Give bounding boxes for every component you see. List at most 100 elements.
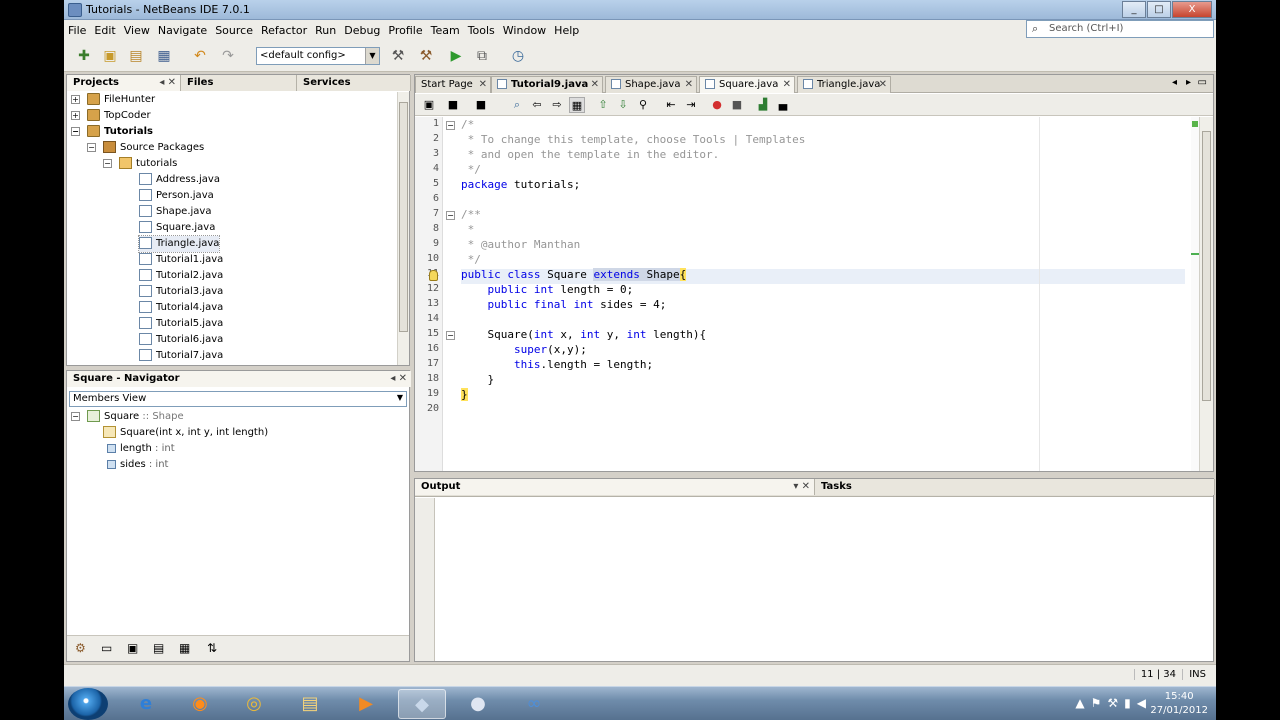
- nav-member-sides[interactable]: sides : int: [107, 457, 168, 473]
- tab-triangle[interactable]: Triangle.java ✕: [797, 76, 891, 93]
- close-icon[interactable]: ◂ ✕: [159, 77, 176, 88]
- save-all-icon[interactable]: ▦: [154, 46, 174, 66]
- close-button[interactable]: X: [1172, 1, 1212, 18]
- toggle-highlight-icon[interactable]: ▦: [569, 97, 585, 113]
- fold-icon[interactable]: −: [446, 121, 455, 130]
- find-icon[interactable]: ⌕: [509, 97, 525, 113]
- open-project-icon[interactable]: ▤: [126, 46, 146, 66]
- search-input[interactable]: ⌕ Search (Ctrl+I): [1026, 20, 1214, 38]
- sort-icon[interactable]: ⇅: [207, 641, 217, 655]
- tab-services[interactable]: Services: [297, 75, 411, 91]
- maximize-editor-icon[interactable]: ▭: [1198, 77, 1207, 88]
- file-tutorial2-java[interactable]: Tutorial2.java: [139, 268, 223, 284]
- file-tutorial3-java[interactable]: Tutorial3.java: [139, 284, 223, 300]
- tab-files[interactable]: Files: [181, 75, 297, 91]
- code-area[interactable]: /* * To change this template, choose Too…: [461, 117, 1185, 471]
- file-tutorial4-java[interactable]: Tutorial4.java: [139, 300, 223, 316]
- eclipse-icon[interactable]: ●: [454, 689, 502, 719]
- next-bookmark-icon[interactable]: ⇩: [615, 97, 631, 113]
- menu-debug[interactable]: Debug: [340, 24, 384, 37]
- filter-icon[interactable]: ⚙: [75, 641, 86, 655]
- members-view-select[interactable]: Members View ▼: [69, 391, 407, 407]
- hint-lightbulb-icon[interactable]: [429, 270, 438, 281]
- undo-icon[interactable]: ↶: [190, 46, 210, 66]
- debug-icon[interactable]: ⧉: [472, 46, 492, 66]
- start-button[interactable]: [68, 688, 108, 720]
- media-player-icon[interactable]: ▶: [342, 689, 390, 719]
- file-tutorial1-java[interactable]: Tutorial1.java: [139, 252, 223, 268]
- collapse-icon[interactable]: −: [71, 127, 80, 136]
- nav-member-length[interactable]: length : int: [107, 441, 175, 457]
- menu-tools[interactable]: Tools: [464, 24, 499, 37]
- last-edit-icon[interactable]: ■: [445, 97, 461, 113]
- netbeans-taskbar-icon[interactable]: ◆: [398, 689, 446, 719]
- shift-left-icon[interactable]: ⇤: [663, 97, 679, 113]
- collapse-icon[interactable]: −: [103, 159, 112, 168]
- nav-member-constructor[interactable]: Square(int x, int y, int length): [103, 425, 268, 441]
- tree-node-package-tutorials[interactable]: − tutorials: [103, 156, 177, 172]
- menu-refactor[interactable]: Refactor: [257, 24, 311, 37]
- menu-team[interactable]: Team: [427, 24, 464, 37]
- chrome-icon[interactable]: ◎: [230, 689, 278, 719]
- menu-view[interactable]: View: [120, 24, 154, 37]
- editor-scrollbar[interactable]: [1199, 117, 1213, 471]
- fold-icon[interactable]: −: [446, 331, 455, 340]
- build-icon[interactable]: ⚒: [388, 46, 408, 66]
- tab-square[interactable]: Square.java ✕: [699, 76, 795, 93]
- expand-icon[interactable]: +: [71, 95, 80, 104]
- show-static-icon[interactable]: ▤: [153, 641, 164, 655]
- expand-icon[interactable]: +: [71, 111, 80, 120]
- menu-run[interactable]: Run: [311, 24, 340, 37]
- close-icon[interactable]: ▾ ✕: [793, 481, 810, 492]
- close-icon[interactable]: ✕: [783, 79, 791, 90]
- close-icon[interactable]: ✕: [879, 79, 887, 90]
- tab-tutorial9[interactable]: Tutorial9.java ✕: [491, 76, 603, 93]
- find-prev-icon[interactable]: ⇦: [529, 97, 545, 113]
- file-square-java[interactable]: Square.java: [139, 220, 215, 236]
- menu-source[interactable]: Source: [211, 24, 257, 37]
- find-next-icon[interactable]: ⇨: [549, 97, 565, 113]
- tab-start-page[interactable]: Start Page ✕: [415, 76, 491, 93]
- close-icon[interactable]: ✕: [479, 79, 487, 90]
- show-inherited-icon[interactable]: ▣: [127, 641, 138, 655]
- toggle-bookmark-icon[interactable]: ⚲: [635, 97, 651, 113]
- projects-scrollbar[interactable]: [397, 92, 409, 365]
- tab-projects[interactable]: Projects ◂ ✕: [67, 75, 181, 91]
- tab-output[interactable]: Output ▾ ✕: [415, 479, 815, 495]
- fold-icon[interactable]: −: [446, 211, 455, 220]
- redo-icon[interactable]: ↷: [218, 46, 238, 66]
- tab-shape[interactable]: Shape.java ✕: [605, 76, 697, 93]
- tab-tasks[interactable]: Tasks: [815, 479, 1215, 495]
- tree-node-source-packages[interactable]: − Source Packages: [87, 140, 204, 156]
- clock[interactable]: 15:40 27/01/2012: [1150, 690, 1208, 718]
- tab-navigator[interactable]: Square - Navigator ◂ ✕: [67, 371, 411, 387]
- config-select[interactable]: <default config> ▼: [256, 47, 380, 65]
- start-macro-icon[interactable]: ●: [709, 97, 725, 113]
- new-file-icon[interactable]: ✚: [74, 46, 94, 66]
- scroll-thumb[interactable]: [399, 102, 408, 332]
- explorer-icon[interactable]: ▤: [286, 689, 334, 719]
- menu-navigate[interactable]: Navigate: [154, 24, 211, 37]
- run-icon[interactable]: ▶: [446, 46, 466, 66]
- close-icon[interactable]: ✕: [685, 79, 693, 90]
- internet-explorer-icon[interactable]: e: [122, 689, 170, 719]
- back-icon[interactable]: ■: [473, 97, 489, 113]
- scroll-tabs-right-icon[interactable]: ▸: [1186, 77, 1191, 88]
- error-stripe[interactable]: [1191, 117, 1199, 471]
- stop-macro-icon[interactable]: ■: [729, 97, 745, 113]
- scroll-tabs-left-icon[interactable]: ◂: [1172, 77, 1177, 88]
- collapse-icon[interactable]: −: [87, 143, 96, 152]
- firefox-icon[interactable]: ◉: [176, 689, 224, 719]
- system-tray[interactable]: ▲⚑⚒▮◀: [1075, 696, 1152, 710]
- scroll-thumb[interactable]: [1202, 131, 1211, 401]
- file-person-java[interactable]: Person.java: [139, 188, 214, 204]
- nav-node-square[interactable]: − Square :: Shape: [71, 409, 184, 425]
- file-tutorial7-java[interactable]: Tutorial7.java: [139, 348, 223, 364]
- maximize-button[interactable]: □: [1147, 1, 1171, 18]
- collapse-icon[interactable]: −: [71, 412, 80, 421]
- uncomment-icon[interactable]: ▄: [775, 97, 791, 113]
- tree-node-filehunter[interactable]: + FileHunter: [71, 92, 155, 108]
- prev-bookmark-icon[interactable]: ⇧: [595, 97, 611, 113]
- show-non-public-icon[interactable]: ▦: [179, 641, 190, 655]
- file-address-java[interactable]: Address.java: [139, 172, 220, 188]
